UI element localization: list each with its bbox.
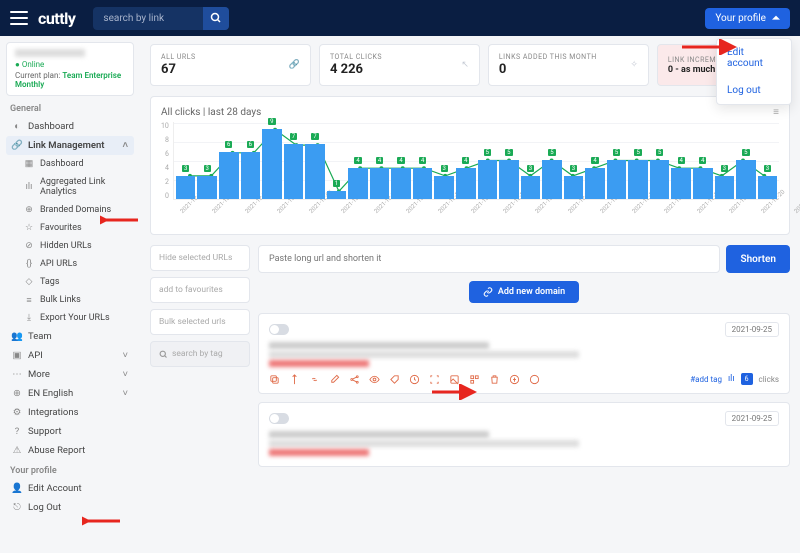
download-icon: ⤓ bbox=[24, 313, 34, 323]
url-date: 2021-09-25 bbox=[725, 411, 779, 426]
chart-title: All clicks | last 28 days bbox=[161, 107, 261, 118]
sidebar-sub-branded[interactable]: ⊕Branded Domains bbox=[6, 201, 134, 219]
eye-off-icon: ⊘ bbox=[24, 241, 34, 251]
sidebar-link-management[interactable]: 🔗Link Management˄ bbox=[6, 136, 134, 155]
scan-icon[interactable] bbox=[429, 374, 440, 385]
help-icon: ? bbox=[12, 427, 22, 437]
edit-icon[interactable] bbox=[329, 374, 340, 385]
sidebar-sub-tags[interactable]: ◇Tags bbox=[6, 273, 134, 291]
stat-total-clicks: TOTAL CLICKS4 226 ↖ bbox=[319, 44, 480, 86]
url-card: 2021-09-25 bbox=[258, 313, 790, 394]
link-icon bbox=[483, 287, 493, 297]
sidebar-more[interactable]: ⋯More˅ bbox=[6, 365, 134, 384]
add-favourites-button[interactable]: add to favourites bbox=[150, 277, 250, 303]
sidebar: ● Online Current plan: Team Enterprise M… bbox=[0, 36, 140, 553]
terminal-icon: ▣ bbox=[12, 351, 22, 361]
sidebar-sub-aggregated[interactable]: ılıAggregated Link Analytics bbox=[6, 173, 134, 201]
search-tag-button[interactable]: search by tag bbox=[150, 341, 250, 367]
qr-icon[interactable] bbox=[469, 374, 480, 385]
chevron-down-icon: ˅ bbox=[122, 350, 128, 361]
dots-icon: ⋯ bbox=[12, 370, 22, 380]
clicks-count: 6 bbox=[741, 373, 753, 385]
url-date: 2021-09-25 bbox=[725, 322, 779, 337]
chevron-up-icon bbox=[772, 14, 780, 22]
image-icon[interactable] bbox=[449, 374, 460, 385]
list-icon: ≡ bbox=[24, 295, 34, 305]
users-icon: 👥 bbox=[12, 332, 22, 342]
add-tag-link[interactable]: #add tag bbox=[690, 375, 722, 384]
section-profile: Your profile bbox=[10, 466, 130, 476]
profile-button[interactable]: Your profile bbox=[705, 8, 790, 29]
star-icon: ☆ bbox=[24, 223, 34, 233]
chevron-down-icon: ˅ bbox=[122, 369, 128, 380]
stat-added-month: LINKS ADDED THIS MONTH0 ✧ bbox=[488, 44, 649, 86]
search-button[interactable] bbox=[203, 7, 229, 30]
menu-icon[interactable] bbox=[10, 11, 28, 25]
code-icon: {} bbox=[24, 259, 34, 269]
chart-icon: ılı bbox=[24, 182, 34, 192]
logout-icon: ⎋ bbox=[12, 503, 22, 513]
sidebar-sub-bulk[interactable]: ≡Bulk Links bbox=[6, 291, 134, 309]
globe-icon: ⊕ bbox=[24, 205, 34, 215]
tag-icon: ◇ bbox=[24, 277, 34, 287]
sidebar-sub-hidden[interactable]: ⊘Hidden URLs bbox=[6, 237, 134, 255]
sidebar-sub-export[interactable]: ⤓Export Your URLs bbox=[6, 309, 134, 327]
sidebar-edit-account[interactable]: 👤Edit Account bbox=[6, 479, 134, 498]
bulk-selected-button[interactable]: Bulk selected urls bbox=[150, 309, 250, 335]
hide-selected-button[interactable]: Hide selected URLs bbox=[150, 245, 250, 271]
sidebar-team[interactable]: 👥Team bbox=[6, 327, 134, 346]
sidebar-integrations[interactable]: ⚙Integrations bbox=[6, 403, 134, 422]
sidebar-api[interactable]: ▣API˅ bbox=[6, 346, 134, 365]
sidebar-lang[interactable]: ⊕EN English˅ bbox=[6, 384, 134, 403]
compass-icon: ✧ bbox=[630, 60, 638, 70]
shorten-input[interactable] bbox=[258, 245, 720, 273]
chart-card: All clicks | last 28 days ≡ 1086420 3366… bbox=[150, 96, 790, 235]
sidebar-sub-dashboard[interactable]: ▦Dashboard bbox=[6, 155, 134, 173]
sidebar-abuse[interactable]: ⚠Abuse Report bbox=[6, 441, 134, 460]
copy-icon[interactable] bbox=[269, 374, 280, 385]
url-card: 2021-09-25 bbox=[258, 402, 790, 467]
share-icon[interactable] bbox=[349, 374, 360, 385]
stat-all-urls: ALL URLS67 🔗 bbox=[150, 44, 311, 86]
tag-icon[interactable] bbox=[389, 374, 400, 385]
chevron-up-icon: ˄ bbox=[122, 140, 128, 151]
trash-icon[interactable] bbox=[489, 374, 500, 385]
hide-icon[interactable] bbox=[369, 374, 380, 385]
search-input[interactable] bbox=[93, 7, 203, 30]
twitter-icon[interactable] bbox=[529, 374, 540, 385]
url-toggle[interactable] bbox=[269, 413, 289, 424]
chart-menu-icon[interactable]: ≡ bbox=[773, 107, 779, 118]
plug-icon: ⚙ bbox=[12, 408, 22, 418]
link-icon: 🔗 bbox=[12, 141, 22, 151]
search-icon bbox=[210, 12, 222, 24]
logout-link[interactable]: Log out bbox=[717, 77, 791, 104]
grid-icon: ▦ bbox=[24, 159, 34, 169]
search-icon bbox=[159, 350, 168, 359]
shorten-button[interactable]: Shorten bbox=[726, 245, 790, 273]
section-general: General bbox=[10, 104, 130, 114]
sidebar-logout[interactable]: ⎋Log Out bbox=[6, 498, 134, 517]
cursor-icon: ↖ bbox=[461, 60, 469, 70]
plan-card: ● Online Current plan: Team Enterprise M… bbox=[6, 42, 134, 96]
sidebar-sub-api-urls[interactable]: {}API URLs bbox=[6, 255, 134, 273]
chevron-down-icon: ˅ bbox=[122, 388, 128, 399]
facebook-icon[interactable] bbox=[509, 374, 520, 385]
sidebar-sub-favourites[interactable]: ☆Favourites bbox=[6, 219, 134, 237]
link-icon: 🔗 bbox=[289, 60, 300, 70]
gauge-icon: ◐ bbox=[12, 122, 22, 132]
edit-account-link[interactable]: Edit account bbox=[717, 39, 791, 77]
globe-icon: ⊕ bbox=[12, 389, 22, 399]
profile-dropdown: Edit account Log out bbox=[716, 38, 792, 105]
sidebar-support[interactable]: ?Support bbox=[6, 422, 134, 441]
unlink-icon[interactable] bbox=[309, 374, 320, 385]
url-toggle[interactable] bbox=[269, 324, 289, 335]
add-domain-button[interactable]: Add new domain bbox=[469, 281, 579, 303]
clock-icon[interactable] bbox=[409, 374, 420, 385]
warning-icon: ⚠ bbox=[12, 446, 22, 456]
attach-icon[interactable] bbox=[289, 374, 300, 385]
user-icon: 👤 bbox=[12, 484, 22, 494]
sidebar-dashboard[interactable]: ◐Dashboard bbox=[6, 117, 134, 136]
brand-logo: cuttly bbox=[38, 9, 75, 28]
